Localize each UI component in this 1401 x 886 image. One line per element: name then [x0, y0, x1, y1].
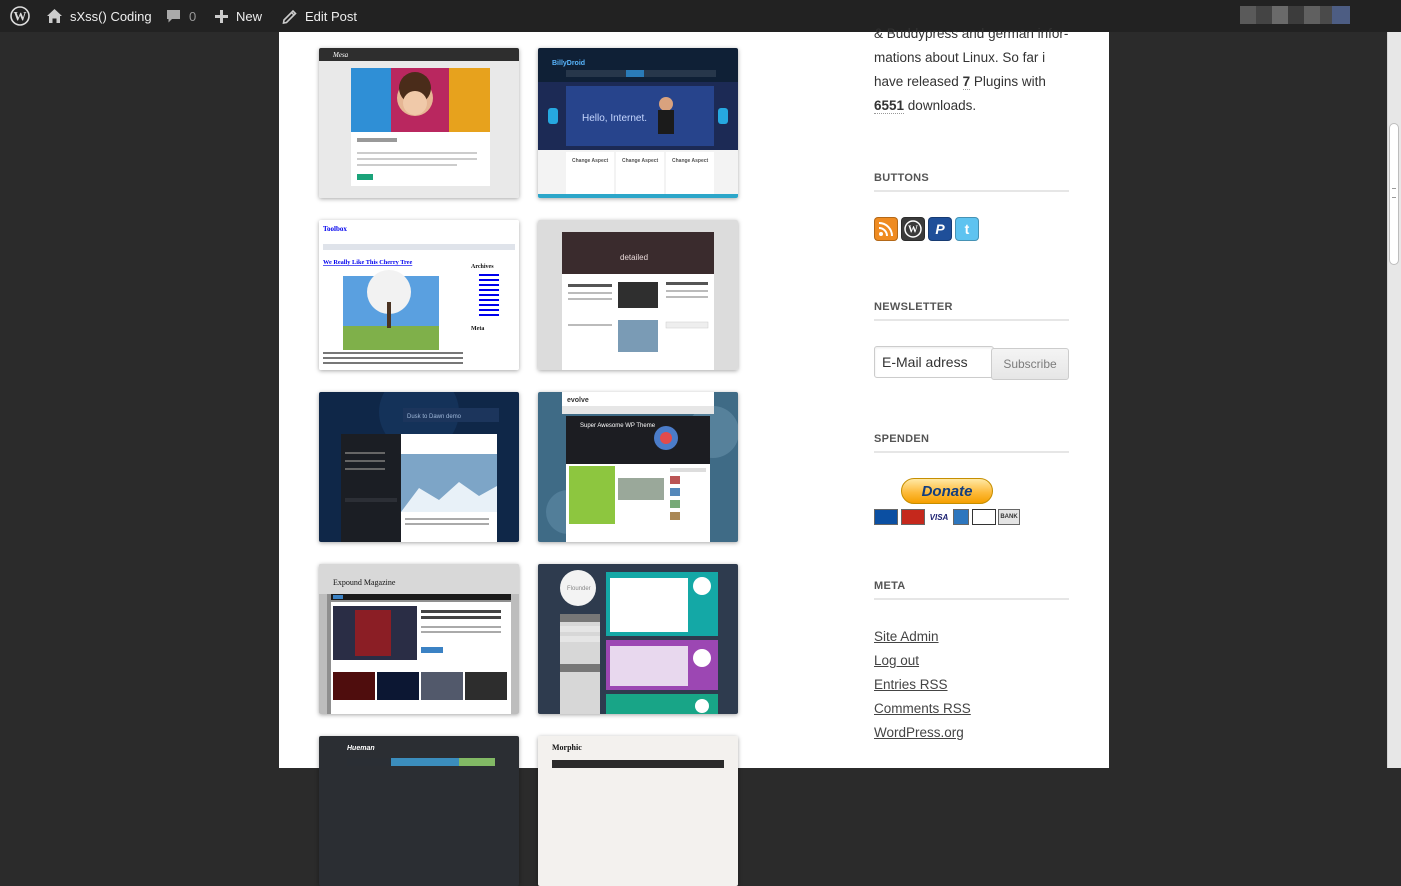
- svg-text:W: W: [14, 9, 27, 24]
- page-content: Mesa BillyDroid Hello, Internet. Change …: [279, 26, 1109, 886]
- paypal-icon: P: [935, 221, 945, 237]
- buttons-widget-title: BUTTONS: [874, 172, 1069, 192]
- thumb-title: BillyDroid: [552, 60, 585, 67]
- twitter-icon: t: [965, 221, 970, 237]
- spenden-widget-title: SPENDEN: [874, 433, 1069, 453]
- wordpress-icon: W: [904, 220, 922, 238]
- admin-bar: W sXss() Coding 0 New Edit Post: [0, 0, 1401, 32]
- intro-text-part: have released: [874, 74, 963, 89]
- svg-text:W: W: [908, 225, 918, 236]
- theme-thumbnail-flounder[interactable]: Flounder: [538, 564, 738, 714]
- thumb-title: Toolbox: [323, 225, 347, 233]
- amex-icon: [953, 509, 969, 525]
- plugin-count: 7: [962, 74, 971, 90]
- theme-thumbnail-morphic[interactable]: Morphic: [538, 736, 738, 886]
- thumb-title: Flounder: [567, 586, 591, 592]
- bank-icon: BANK: [998, 509, 1020, 525]
- paypal-button[interactable]: P: [928, 217, 952, 241]
- email-field[interactable]: [874, 346, 994, 378]
- entries-rss-link[interactable]: Entries RSS: [874, 677, 948, 692]
- thumb-title: Hueman: [347, 745, 375, 752]
- wordpress-logo-icon: W: [10, 6, 30, 26]
- thumb-title: Morphic: [552, 743, 582, 752]
- thumb-box-label: Change Aspect: [672, 158, 709, 164]
- thumb-title: Expound Magazine: [333, 578, 396, 587]
- intro-text: & Buddypress and german infor- mations a…: [874, 22, 1069, 118]
- discover-icon: [972, 509, 996, 525]
- intro-line: & Buddypress and german infor-: [874, 26, 1069, 41]
- download-count: 6551: [874, 98, 905, 114]
- thumb-title: Dusk to Dawn demo: [407, 414, 462, 420]
- my-account-menu[interactable]: [1240, 0, 1352, 32]
- maestro-icon: [874, 509, 898, 525]
- search-toggle[interactable]: [1352, 0, 1387, 32]
- comments-rss-link[interactable]: Comments RSS: [874, 701, 971, 716]
- theme-thumbnail-detailed[interactable]: detailed: [538, 220, 738, 370]
- avatar: [1332, 6, 1350, 24]
- theme-thumbnail-hueman[interactable]: Hueman: [319, 736, 519, 886]
- visa-icon: VISA: [928, 509, 950, 525]
- wordpress-button[interactable]: W: [901, 217, 925, 241]
- theme-thumbnail-billydroid[interactable]: BillyDroid Hello, Internet. Change Aspec…: [538, 48, 738, 198]
- twitter-button[interactable]: t: [955, 217, 979, 241]
- thumb-side-title: Archives: [471, 264, 494, 270]
- thumb-title: Mesa: [332, 51, 349, 59]
- comment-bubble-icon: [165, 8, 182, 24]
- rss-button[interactable]: [874, 217, 898, 241]
- site-name-menu[interactable]: sXss() Coding: [46, 0, 152, 32]
- comments-menu[interactable]: 0: [165, 0, 196, 32]
- edit-post-link[interactable]: Edit Post: [281, 0, 357, 32]
- thumb-title: detailed: [620, 253, 648, 262]
- theme-thumbnail-evolve[interactable]: evolve Super Awesome WP Theme: [538, 392, 738, 542]
- rss-icon: [878, 222, 893, 237]
- thumb-post-title: We Really Like This Cherry Tree: [323, 259, 412, 266]
- intro-line: 6551 downloads.: [874, 94, 1069, 118]
- edit-post-label: Edit Post: [305, 8, 358, 24]
- newsletter-widget-title: NEWSLETTER: [874, 301, 1069, 321]
- theme-thumbnail-mesa[interactable]: Mesa: [319, 48, 519, 198]
- intro-text-part: Plugins with: [970, 74, 1046, 89]
- site-name: sXss() Coding: [70, 8, 152, 24]
- new-label: New: [236, 8, 263, 24]
- intro-text-part: downloads.: [904, 98, 977, 113]
- donate-button[interactable]: Donate: [901, 478, 993, 504]
- subscribe-button[interactable]: Subscribe: [991, 348, 1069, 380]
- thumb-box-label: Change Aspect: [572, 158, 609, 164]
- home-icon: [46, 8, 63, 24]
- svg-text:t: t: [965, 221, 970, 237]
- thumb-hero: Super Awesome WP Theme: [580, 423, 656, 429]
- meta-widget-title: META: [874, 580, 1069, 600]
- plus-icon: [214, 9, 229, 24]
- thumb-box-label: Change Aspect: [622, 158, 659, 164]
- svg-text:P: P: [935, 221, 945, 237]
- intro-line: have released 7 Plugins with: [874, 70, 1069, 94]
- payment-cards: VISA BANK: [874, 509, 1024, 527]
- thumb-meta-title: Meta: [471, 326, 484, 332]
- theme-thumbnail-expound[interactable]: Expound Magazine: [319, 564, 519, 714]
- wordpress-logo-menu[interactable]: W: [10, 0, 30, 32]
- pencil-icon: [281, 8, 298, 25]
- intro-line: mations about Linux. So far i: [874, 50, 1046, 65]
- thumb-title: evolve: [567, 397, 589, 404]
- scrollbar-grip-icon: [1392, 188, 1396, 198]
- mastercard-icon: [901, 509, 925, 525]
- theme-thumbnail-dusk-to-dawn[interactable]: Dusk to Dawn demo: [319, 392, 519, 542]
- thumb-hero: Hello, Internet.: [582, 113, 647, 124]
- site-admin-link[interactable]: Site Admin: [874, 629, 939, 644]
- theme-thumbnail-toolbox[interactable]: Toolbox We Really Like This Cherry Tree …: [319, 220, 519, 370]
- new-content-menu[interactable]: New: [214, 0, 262, 32]
- comment-count: 0: [189, 8, 197, 24]
- wordpress-org-link[interactable]: WordPress.org: [874, 725, 964, 740]
- log-out-link[interactable]: Log out: [874, 653, 919, 668]
